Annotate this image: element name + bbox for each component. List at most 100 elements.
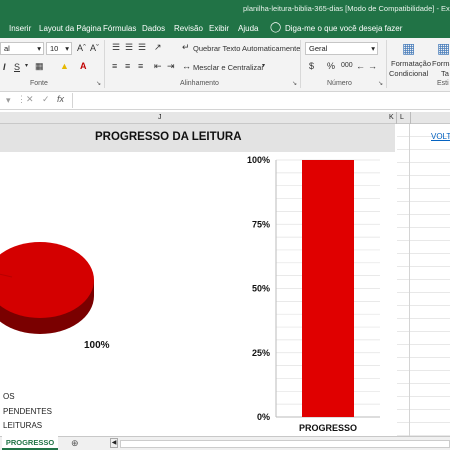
column-k-cell [397,124,410,436]
horizontal-scrollbar[interactable] [120,440,450,448]
conditional-format-label-2[interactable]: Condicional [389,69,428,78]
title-bar: planilha-leitura-biblia-365-dias [Modo d… [0,0,450,18]
tab-exibir[interactable]: Exibir [209,24,229,33]
column-divider [410,112,411,124]
sheet-tab-progresso[interactable]: PROGRESSO [2,436,58,450]
y-tick-label: 75% [252,219,270,229]
percent-icon[interactable]: % [327,61,335,71]
column-header-j[interactable]: J [158,114,162,121]
chevron-down-icon: ▾ [37,44,41,53]
group-label-number: Número [327,80,352,87]
group-label-font: Fonte [30,80,48,87]
formula-input[interactable] [72,93,450,108]
lightbulb-icon[interactable]: ◯ [270,22,281,33]
number-format-value: Geral [309,44,328,53]
sheet-title: PROGRESSO DA LEITURA [95,131,242,143]
increase-decimal-icon[interactable]: ← [356,61,365,71]
column-header-k[interactable]: K [389,114,394,121]
sheet-tab-label: PROGRESSO [5,438,55,447]
dialog-launcher-icon[interactable]: ↘ [378,80,383,87]
currency-icon[interactable]: $ [309,61,314,71]
y-tick-label: 100% [247,155,270,165]
font-name-value: al [4,44,10,53]
column-headers: J K L [0,112,450,124]
wrap-text-icon: ↵ [182,42,190,52]
y-tick-label: 50% [252,284,270,294]
group-label-alignment: Alinhamento [180,80,219,87]
scroll-left-icon[interactable]: ◀ [110,438,118,448]
conditional-format-label[interactable]: Formatação [391,59,431,68]
align-top-icon[interactable]: ☰ [112,42,120,53]
font-color-icon[interactable]: A [80,61,87,71]
align-left-icon[interactable]: ≡ [112,61,117,71]
bar-progresso[interactable] [302,160,354,417]
fill-color-icon[interactable]: ▲ [60,61,69,71]
y-tick-label: 0% [257,412,270,422]
group-label-styles: Esti [437,80,449,87]
ribbon-tabs: Inserir Layout da Página Fórmulas Dados … [0,18,450,38]
legend-item: LEITURAS [3,421,43,430]
add-sheet-icon[interactable]: ⊕ [71,438,79,449]
font-name-select[interactable]: al ▾ [0,42,44,55]
thousands-icon[interactable]: 000 [341,62,353,69]
enter-icon[interactable]: ✓ [42,94,50,105]
chevron-down-icon: ▾ [371,44,375,53]
underline-icon[interactable]: S [14,62,20,72]
ribbon-separator [386,40,387,88]
column-header-l[interactable]: L [400,114,404,121]
ribbon: al ▾ 10 ▾ Aˆ Aˇ I S ▾ ▦ ▲ A ☰ ☰ ☰ ↗ ↵ Qu… [0,38,450,92]
dialog-launcher-icon[interactable]: ↘ [96,80,101,87]
title-band: PROGRESSO DA LEITURA [0,124,395,152]
conditional-format-icon[interactable]: ▦ [402,40,415,57]
ribbon-separator [300,40,301,88]
window-title: planilha-leitura-biblia-365-dias [Modo d… [243,4,450,13]
border-icon[interactable]: ▦ [35,61,44,72]
decrease-decimal-icon[interactable]: → [368,61,377,71]
y-tick-label: 25% [252,348,270,358]
align-right-icon[interactable]: ≡ [138,61,143,71]
format-table-label[interactable]: Forma [432,59,450,68]
tab-revisao[interactable]: Revisão [174,24,203,33]
increase-indent-icon[interactable]: ⇥ [167,61,175,72]
back-link[interactable]: VOLT [431,132,450,141]
legend-item: PENDENTES [3,407,52,416]
chevron-down-icon: ▾ [65,44,69,53]
ribbon-separator [104,40,105,88]
formula-bar: ▾ ⋮ ✕ ✓ fx [0,92,450,110]
dialog-launcher-icon[interactable]: ↘ [292,80,297,87]
chevron-down-icon[interactable]: ▾ [6,95,11,106]
font-size-select[interactable]: 10 ▾ [46,42,72,55]
chevron-down-icon[interactable]: ▾ [262,62,265,69]
function-icon[interactable]: fx [57,94,64,104]
wrap-text-button[interactable]: Quebrar Texto Automaticamente [193,44,300,53]
more-icon: ⋮ [17,94,26,104]
tell-me-search[interactable]: Diga-me o que você deseja fazer [285,24,402,33]
tab-ajuda[interactable]: Ajuda [238,24,258,33]
font-size-value: 10 [50,44,59,53]
cancel-icon[interactable]: ✕ [26,94,34,105]
italic-icon[interactable]: I [3,62,6,72]
align-middle-icon[interactable]: ☰ [125,42,133,53]
tab-dados[interactable]: Dados [142,24,165,33]
column-divider [396,112,397,124]
legend-item: OS [3,392,15,401]
merge-icon: ↔ [182,61,191,71]
number-format-select[interactable]: Geral ▾ [305,42,378,55]
orientation-icon[interactable]: ↗ [154,42,162,53]
tab-formulas[interactable]: Fórmulas [103,24,136,33]
tab-inserir[interactable]: Inserir [9,24,31,33]
grow-font-icon[interactable]: Aˆ [77,43,86,53]
tab-layout[interactable]: Layout da Página [39,24,101,33]
format-table-icon[interactable]: ▦ [437,40,450,57]
cell-grid[interactable]: VOLT [397,124,450,436]
format-table-label-2[interactable]: Ta [441,69,449,78]
align-center-icon[interactable]: ≡ [125,61,130,71]
sheet-tabs-bar: PROGRESSO ⊕ ◀ [0,436,450,450]
decrease-indent-icon[interactable]: ⇤ [154,61,162,72]
align-bottom-icon[interactable]: ☰ [138,42,146,53]
pie-data-label: 100% [84,340,110,351]
merge-center-button[interactable]: Mesclar e Centralizar [193,63,264,72]
shrink-font-icon[interactable]: Aˇ [90,43,99,53]
chevron-down-icon[interactable]: ▾ [25,62,28,69]
bar-chart[interactable]: 0% 25% 50% 75% 100% PROGRESSO [240,152,390,436]
